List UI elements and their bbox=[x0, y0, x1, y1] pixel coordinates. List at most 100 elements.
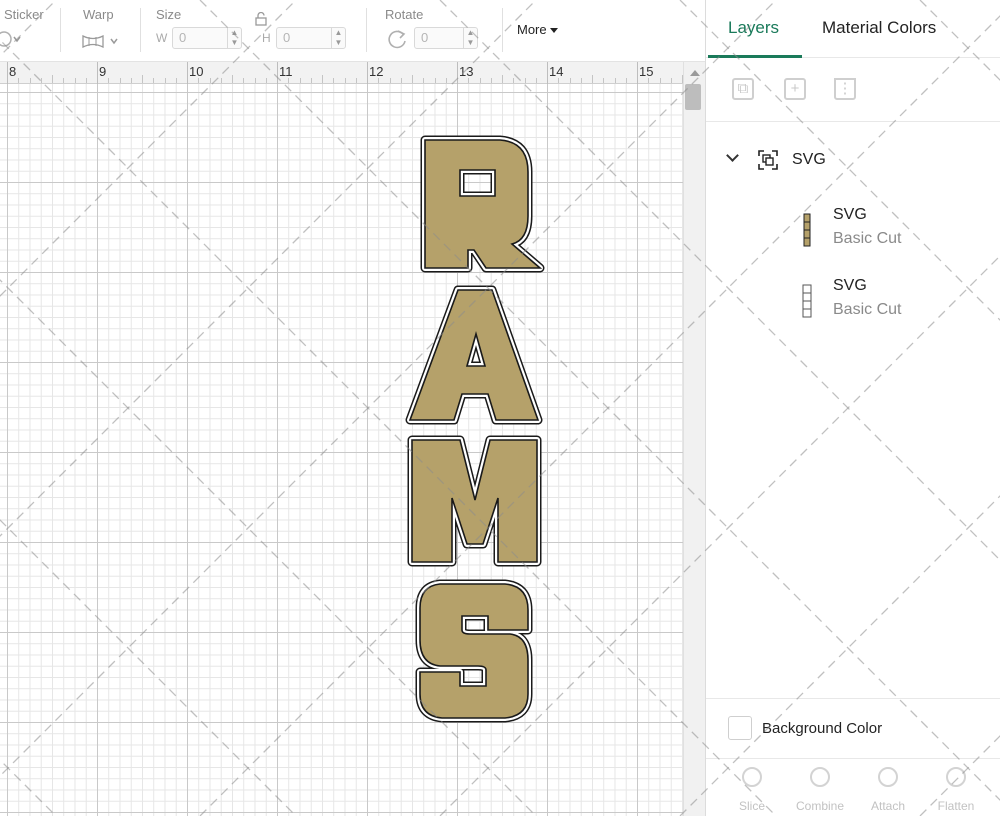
ruler-minor-tick bbox=[153, 78, 155, 83]
size-group: Size W 0 ▲ ▼ H 0 ▲ ▼ bbox=[150, 0, 360, 62]
slice-label: Slice bbox=[738, 799, 765, 813]
ruler-minor-tick bbox=[288, 78, 290, 83]
ruler-minor-tick bbox=[108, 78, 110, 83]
background-color-row[interactable]: Background Color bbox=[706, 698, 1000, 758]
sticker-label: Sticker bbox=[4, 7, 44, 22]
ruler-minor-tick bbox=[400, 78, 402, 83]
ruler-minor-tick bbox=[333, 78, 335, 83]
width-value: 0 bbox=[179, 30, 187, 45]
toolbar-divider bbox=[60, 8, 61, 52]
ruler-minor-tick bbox=[322, 75, 323, 83]
ruler-minor-tick bbox=[389, 78, 391, 83]
ruler-minor-tick bbox=[625, 78, 627, 83]
ruler-minor-tick bbox=[580, 78, 582, 83]
letter-m[interactable] bbox=[412, 440, 537, 562]
ruler-minor-tick bbox=[310, 78, 312, 83]
ruler-minor-tick bbox=[243, 78, 245, 83]
rotate-stepper[interactable]: ▲ ▼ bbox=[463, 28, 477, 48]
warp-group[interactable]: Warp bbox=[78, 0, 138, 62]
ruler-label: 12 bbox=[369, 64, 384, 79]
ruler-label: 8 bbox=[9, 64, 17, 79]
layer-item[interactable]: SVG Basic Cut bbox=[706, 277, 1000, 337]
ruler-minor-tick bbox=[52, 75, 53, 83]
ruler-minor-tick bbox=[479, 78, 481, 83]
background-color-swatch[interactable] bbox=[728, 716, 752, 740]
group-label: SVG bbox=[792, 151, 826, 168]
ruler-minor-tick bbox=[434, 78, 436, 83]
ruler-minor-tick bbox=[18, 78, 20, 83]
combine-icon bbox=[810, 767, 830, 787]
rotate-value: 0 bbox=[421, 30, 429, 45]
ruler-minor-tick bbox=[490, 78, 492, 83]
ruler-minor-tick bbox=[412, 75, 413, 83]
attach-icon bbox=[878, 767, 898, 787]
lock-icon[interactable] bbox=[254, 12, 268, 26]
duplicate-icon[interactable]: + bbox=[784, 78, 806, 100]
group-icon[interactable]: ⧉ bbox=[732, 78, 754, 100]
ruler-label: 13 bbox=[459, 64, 474, 79]
height-stepper[interactable]: ▲ ▼ bbox=[331, 28, 345, 48]
layer-item[interactable]: SVG Basic Cut bbox=[706, 206, 1000, 266]
attach-button[interactable]: Attach bbox=[858, 767, 918, 813]
rotate-label: Rotate bbox=[385, 7, 424, 22]
chevron-down-icon[interactable] bbox=[726, 149, 739, 162]
layer-thumbnail bbox=[803, 213, 811, 247]
warp-icon[interactable] bbox=[81, 32, 123, 50]
layer-group-svg[interactable]: SVG bbox=[706, 140, 1000, 180]
ruler-minor-tick bbox=[220, 78, 222, 83]
ruler-minor-tick bbox=[468, 78, 470, 83]
delete-icon[interactable]: ⋮ bbox=[834, 78, 856, 100]
rotate-icon[interactable] bbox=[386, 28, 408, 50]
sticker-group[interactable]: Sticker bbox=[0, 0, 60, 62]
ruler-minor-tick bbox=[265, 78, 267, 83]
width-field[interactable]: 0 ▲ ▼ bbox=[172, 27, 242, 49]
height-field[interactable]: 0 ▲ ▼ bbox=[276, 27, 346, 49]
ruler-minor-tick bbox=[648, 78, 650, 83]
layer-operation[interactable]: Basic Cut bbox=[833, 230, 901, 248]
width-stepper[interactable]: ▲ ▼ bbox=[227, 28, 241, 48]
ruler-minor-tick bbox=[344, 78, 346, 83]
letter-s[interactable] bbox=[420, 584, 528, 718]
letter-r[interactable] bbox=[425, 140, 540, 268]
ruler-minor-tick bbox=[299, 78, 301, 83]
ruler-minor-tick bbox=[74, 78, 76, 83]
flatten-icon bbox=[946, 767, 966, 787]
ruler-major-tick bbox=[97, 62, 98, 84]
rotate-field[interactable]: 0 ▲ ▼ bbox=[414, 27, 478, 49]
tab-layers[interactable]: Layers bbox=[728, 18, 779, 38]
horizontal-ruler: 8 9 10 11 12 13 14 15 bbox=[0, 62, 717, 84]
tab-material-colors[interactable]: Material Colors bbox=[822, 18, 936, 38]
scroll-up-icon[interactable] bbox=[690, 70, 700, 76]
ruler-minor-tick bbox=[29, 78, 31, 83]
toolbar-divider bbox=[502, 8, 503, 52]
ruler-major-tick bbox=[457, 62, 458, 84]
ruler-major-tick bbox=[187, 62, 188, 84]
rotate-group: Rotate 0 ▲ ▼ bbox=[380, 0, 490, 62]
canvas-grid[interactable] bbox=[0, 84, 683, 816]
ruler-minor-tick bbox=[164, 78, 166, 83]
layer-operation[interactable]: Basic Cut bbox=[833, 301, 901, 319]
flatten-label: Flatten bbox=[937, 799, 975, 813]
slice-button[interactable]: Slice bbox=[722, 767, 782, 813]
vertical-scrollbar[interactable] bbox=[683, 62, 705, 816]
flatten-button[interactable]: Flatten bbox=[926, 767, 986, 813]
ruler-label: 10 bbox=[189, 64, 204, 79]
ruler-minor-tick bbox=[119, 78, 121, 83]
ruler-minor-tick bbox=[558, 78, 560, 83]
rams-design[interactable] bbox=[0, 84, 683, 816]
ruler-label: 15 bbox=[639, 64, 654, 79]
sticker-icon[interactable] bbox=[0, 30, 22, 48]
ruler-minor-tick bbox=[423, 78, 425, 83]
combine-button[interactable]: Combine bbox=[790, 767, 850, 813]
ruler-minor-tick bbox=[614, 78, 616, 83]
ruler-label: 14 bbox=[549, 64, 564, 79]
ruler-label: 11 bbox=[279, 64, 293, 79]
scroll-thumb[interactable] bbox=[685, 84, 701, 110]
design-space: Sticker Warp Size W 0 ▲ ▼ H 0 ▲ ▼ Rotate… bbox=[0, 0, 1000, 816]
letter-a[interactable] bbox=[410, 290, 538, 420]
more-button[interactable]: More bbox=[517, 22, 558, 37]
warp-label: Warp bbox=[83, 7, 114, 22]
ruler-major-tick bbox=[637, 62, 638, 84]
grouped-layers-icon bbox=[758, 150, 778, 170]
layer-thumbnail bbox=[802, 284, 812, 318]
